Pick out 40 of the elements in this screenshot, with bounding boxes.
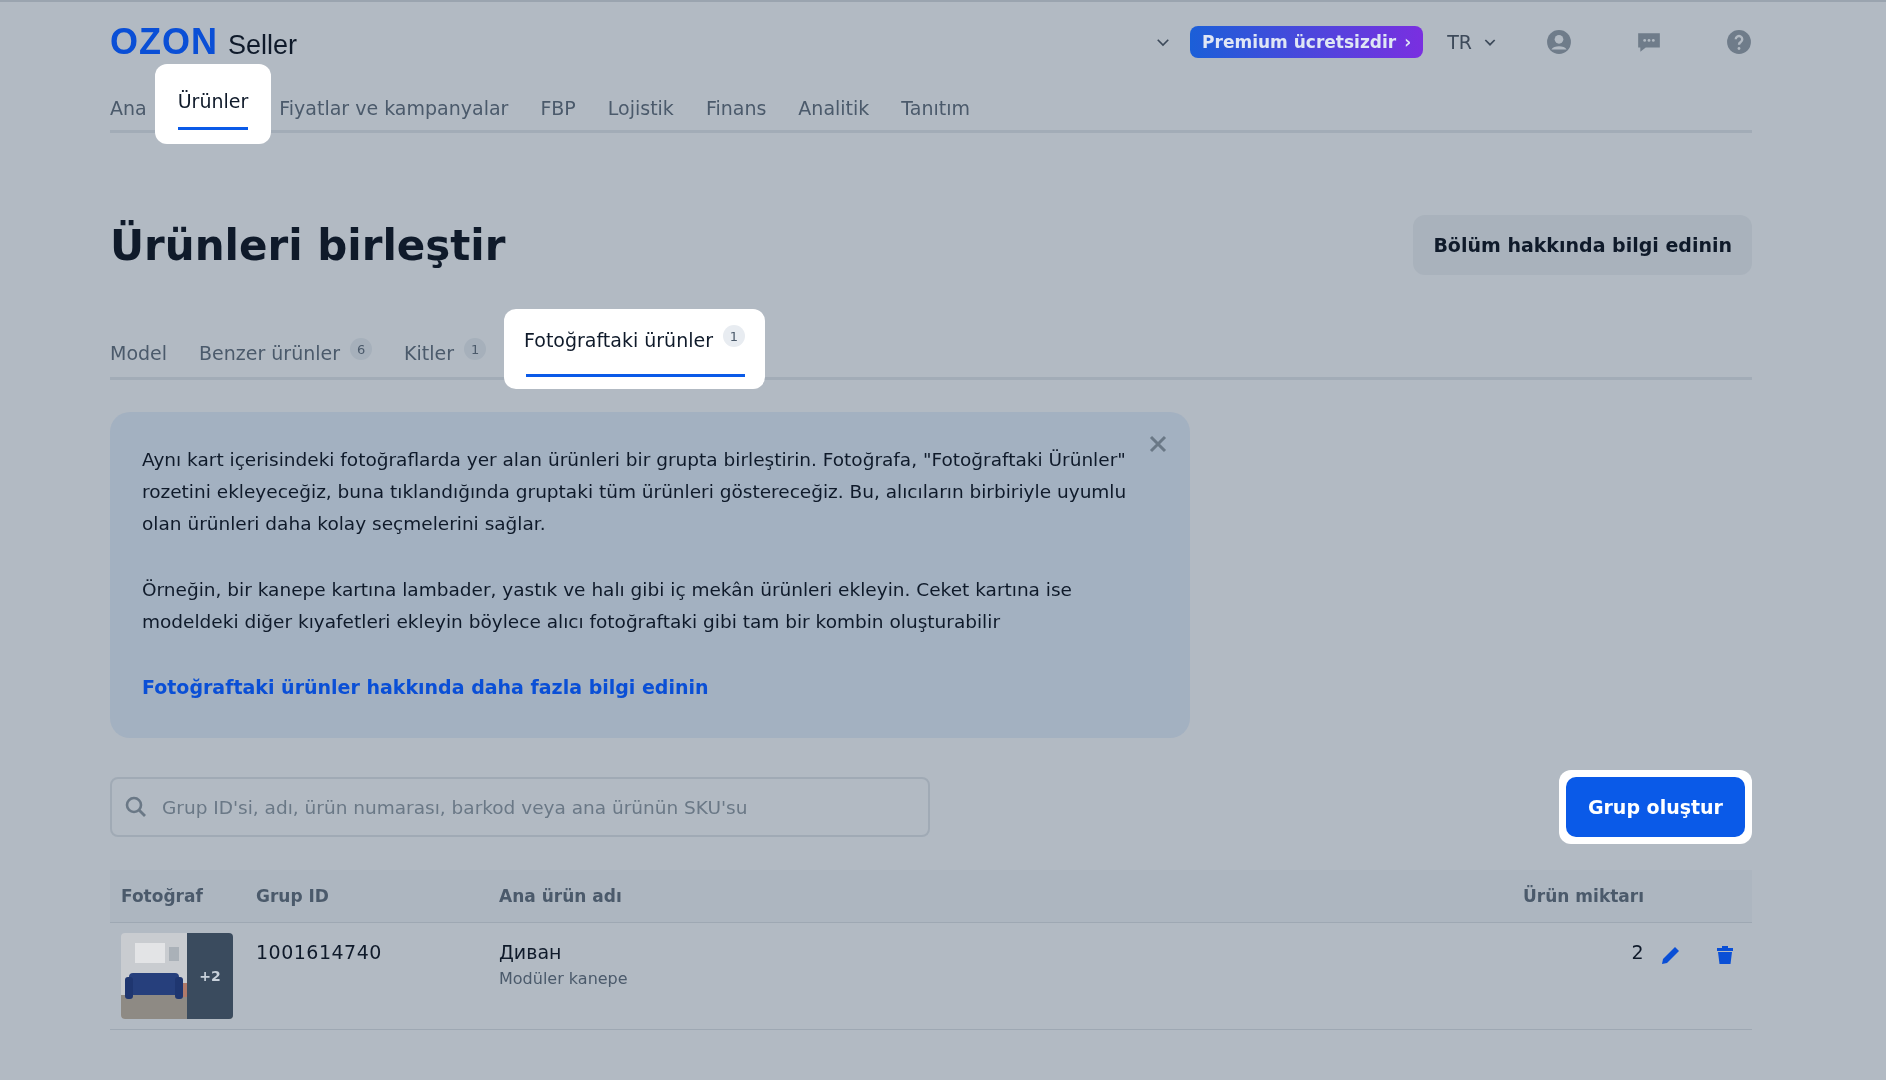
column-header: Ürün miktarı [1522, 886, 1644, 906]
user-icon[interactable] [1546, 29, 1572, 55]
tab[interactable]: Kitler 1 [404, 329, 486, 377]
column-header: Grup ID [256, 886, 330, 906]
page-title: Ürünleri birleştir [110, 220, 506, 270]
logo-caption: Seller [228, 30, 298, 61]
tab[interactable]: Benzer ürünler 6 [199, 329, 373, 377]
product-type: Modüler kanepe [499, 969, 629, 988]
column-header: Fotoğraf [121, 886, 204, 906]
count-badge: 6 [350, 338, 373, 360]
tab[interactable]: Model [110, 329, 168, 377]
nav-tab[interactable]: Finans [705, 86, 767, 130]
search-field[interactable]: Grup ID'si, adı, ürün numarası, barkod veya ana ürünün SKU'su [110, 777, 930, 837]
logo[interactable]: OZON [110, 21, 218, 63]
nav-tab[interactable]: Ana [110, 86, 147, 130]
more-photos-count: +2 [187, 933, 233, 1019]
nav-tab[interactable]: Tanıtım [901, 86, 970, 130]
language-select[interactable]: TR [1441, 30, 1504, 54]
search-icon [124, 795, 148, 819]
nav-tab[interactable]: Lojistik [607, 86, 674, 130]
nav-tab[interactable]: Ürünler [154, 64, 272, 144]
help-icon[interactable] [1726, 29, 1752, 55]
count-badge: 1 [464, 338, 486, 360]
table-cell-text: 2 [1630, 940, 1644, 963]
create-group-button[interactable]: Grup oluştur [1565, 777, 1745, 837]
nav-tab[interactable]: Analitik [798, 86, 870, 130]
premium-button[interactable]: Premium ücretsizdir › [1190, 26, 1424, 58]
nav-tab[interactable]: FBP [540, 86, 576, 130]
product-name: Диван [499, 941, 562, 963]
nav-tab[interactable]: Fiyatlar ve kampanyalar [279, 86, 509, 130]
product-thumbnail[interactable]: +2 [121, 933, 233, 1019]
info-text: Aynı kart içerisindeki fotoğraflarda yer alan ürünleri bir grupta birleştirin. Fotoğrafa, "Fotoğraftaki Ürünler" rozetini ekleyeceğiz, buna tıklandığında gruptaki tüm ürünleri göstereceğiz. Bu, alıcıların birbiriyle uyumlu olan ürünleri daha kolay seçmelerini sağlar. [142, 448, 1128, 536]
tab[interactable]: Fotoğraftaki ürünler 1 [504, 309, 765, 389]
column-header: Ana ürün adı [499, 886, 623, 906]
table-cell-text: 1001614740 [256, 940, 383, 963]
info-text: Örneğin, bir kanepe kartına lambader, yastık ve halı gibi iç mekân ürünleri ekleyin. Ceket kartına ise modeldeki diğer kıyafetleri ekleyin böylece alıcı fotoğraftaki gibi tam bir kombin oluşturabilir [142, 578, 1073, 634]
close-icon[interactable] [1148, 434, 1168, 454]
info-button[interactable]: Bölüm hakkında bilgi edinin [1413, 215, 1752, 275]
learn-more-link[interactable]: Fotoğraftaki ürünler hakkında daha fazla bilgi edinin [142, 676, 709, 698]
count-badge: 1 [722, 325, 745, 347]
